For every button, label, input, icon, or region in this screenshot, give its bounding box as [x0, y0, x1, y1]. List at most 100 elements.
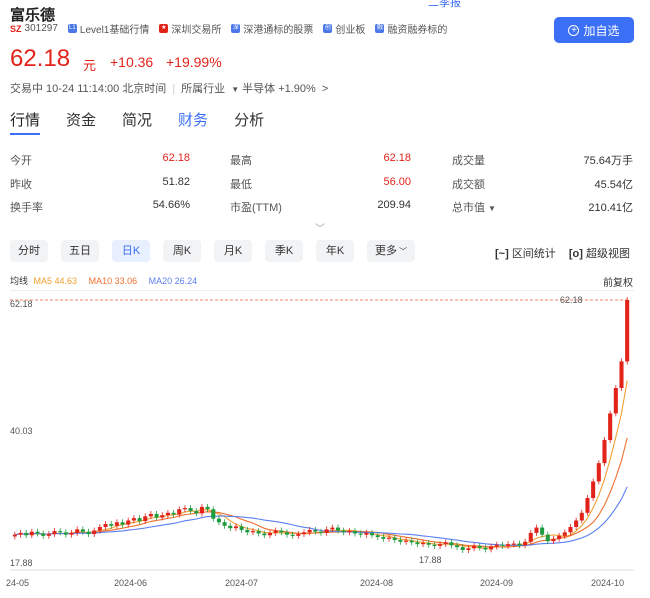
candle-body[interactable]: [534, 527, 539, 533]
candle-body[interactable]: [500, 544, 505, 546]
candle-body[interactable]: [143, 516, 148, 522]
candle-body[interactable]: [324, 529, 329, 533]
chevron-down-icon[interactable]: ﹀: [315, 220, 325, 235]
candle-body[interactable]: [273, 530, 278, 533]
candle-body[interactable]: [160, 515, 165, 518]
period-intraday[interactable]: 分时: [10, 240, 48, 262]
add-watchlist-button[interactable]: + 加自选: [554, 17, 634, 43]
candle-body[interactable]: [137, 518, 142, 522]
candle-body[interactable]: [92, 530, 97, 535]
period-yearly[interactable]: 年K: [316, 240, 354, 262]
candle-body[interactable]: [290, 534, 295, 536]
candle-body[interactable]: [256, 531, 261, 534]
candle-body[interactable]: [52, 531, 57, 535]
candle-body[interactable]: [335, 527, 341, 531]
candle-body[interactable]: [46, 534, 51, 536]
candle-body[interactable]: [12, 534, 17, 537]
candle-body[interactable]: [171, 512, 176, 515]
candle-body[interactable]: [375, 535, 380, 538]
candle-body[interactable]: [409, 540, 414, 543]
candle-body[interactable]: [460, 547, 465, 551]
chevron-right-icon[interactable]: >: [322, 83, 328, 95]
tag-chinext[interactable]: 创创业板: [323, 21, 365, 36]
candle-body[interactable]: [591, 481, 596, 499]
candle-body[interactable]: [596, 463, 601, 482]
candle-body[interactable]: [613, 388, 618, 414]
candle-body[interactable]: [279, 530, 284, 533]
market-cap-label[interactable]: 总市值 ▼: [452, 199, 496, 215]
candle-body[interactable]: [398, 539, 403, 542]
candle-body[interactable]: [131, 518, 136, 521]
candle-body[interactable]: [86, 531, 91, 535]
candle-body[interactable]: [387, 537, 392, 539]
candle-body[interactable]: [347, 531, 352, 533]
candle-body[interactable]: [568, 526, 573, 533]
candle-body[interactable]: [602, 440, 607, 464]
report-link[interactable]: 二季报: [428, 0, 461, 10]
candle-body[interactable]: [466, 548, 471, 551]
candle-body[interactable]: [426, 542, 431, 545]
adjust-mode[interactable]: 前复权: [603, 274, 633, 289]
candle-body[interactable]: [296, 534, 301, 536]
candle-body[interactable]: [41, 533, 46, 536]
candle-body[interactable]: [330, 527, 335, 530]
candle-body[interactable]: [301, 532, 307, 535]
tag-connect[interactable]: 深深港通标的股票: [231, 21, 313, 36]
candle-body[interactable]: [341, 530, 346, 533]
candle-body[interactable]: [284, 532, 290, 535]
candle-body[interactable]: [557, 535, 562, 539]
kline-chart[interactable]: 62.18 40.03 17.88 62.18 17.88 24-05 2024…: [0, 290, 650, 598]
period-5day[interactable]: 五日: [61, 240, 99, 262]
candle-body[interactable]: [109, 524, 114, 526]
period-quarterly[interactable]: 季K: [265, 240, 303, 262]
tab-funds[interactable]: 资金: [66, 109, 96, 130]
candle-body[interactable]: [455, 545, 460, 548]
candle-body[interactable]: [199, 506, 204, 514]
candle-body[interactable]: [205, 506, 210, 510]
tag-level1[interactable]: L1 Level1基础行情: [67, 21, 149, 36]
candle-body[interactable]: [523, 541, 528, 546]
super-view-button[interactable]: [o] 超级视图: [569, 248, 630, 260]
candle-body[interactable]: [148, 513, 153, 517]
candle-body[interactable]: [528, 532, 533, 542]
candle-body[interactable]: [18, 532, 23, 535]
tab-analysis[interactable]: 分析: [234, 109, 264, 130]
candle-body[interactable]: [489, 546, 494, 550]
candle-body[interactable]: [126, 520, 131, 525]
candle-body[interactable]: [80, 529, 85, 532]
candle-body[interactable]: [63, 532, 68, 535]
dropdown-icon[interactable]: ▼: [488, 204, 496, 213]
candle-body[interactable]: [364, 532, 369, 535]
candle-body[interactable]: [477, 545, 482, 548]
candle-body[interactable]: [421, 542, 426, 545]
candle-body[interactable]: [443, 542, 448, 545]
candle-body[interactable]: [551, 538, 556, 542]
sector-link[interactable]: 半导体 +1.90%: [242, 83, 316, 95]
candle-body[interactable]: [194, 511, 199, 514]
tab-profile[interactable]: 简况: [122, 109, 152, 130]
candle-body[interactable]: [506, 544, 511, 546]
candle-body[interactable]: [449, 542, 454, 546]
candle-body[interactable]: [182, 508, 187, 510]
candle-body[interactable]: [608, 413, 613, 441]
industry-dropdown-icon[interactable]: ▼: [231, 85, 239, 94]
candle-body[interactable]: [228, 525, 233, 529]
tab-quote[interactable]: 行情: [10, 109, 40, 130]
candle-body[interactable]: [29, 531, 34, 536]
candle-body[interactable]: [165, 512, 170, 516]
period-daily[interactable]: 日K: [112, 240, 150, 262]
candle-body[interactable]: [494, 544, 499, 547]
period-more[interactable]: 更多 ﹀: [367, 240, 415, 262]
candle-body[interactable]: [216, 518, 221, 523]
candle-body[interactable]: [58, 531, 63, 533]
candle-body[interactable]: [233, 526, 238, 529]
candle-body[interactable]: [318, 531, 324, 533]
tag-exchange[interactable]: ★ 深圳交易所: [159, 21, 221, 36]
candle-body[interactable]: [540, 527, 545, 535]
candle-body[interactable]: [69, 532, 74, 535]
candle-body[interactable]: [97, 526, 102, 531]
candle-body[interactable]: [392, 537, 397, 540]
candle-body[interactable]: [352, 531, 358, 534]
candle-body[interactable]: [438, 544, 443, 546]
candle-body[interactable]: [517, 543, 522, 546]
